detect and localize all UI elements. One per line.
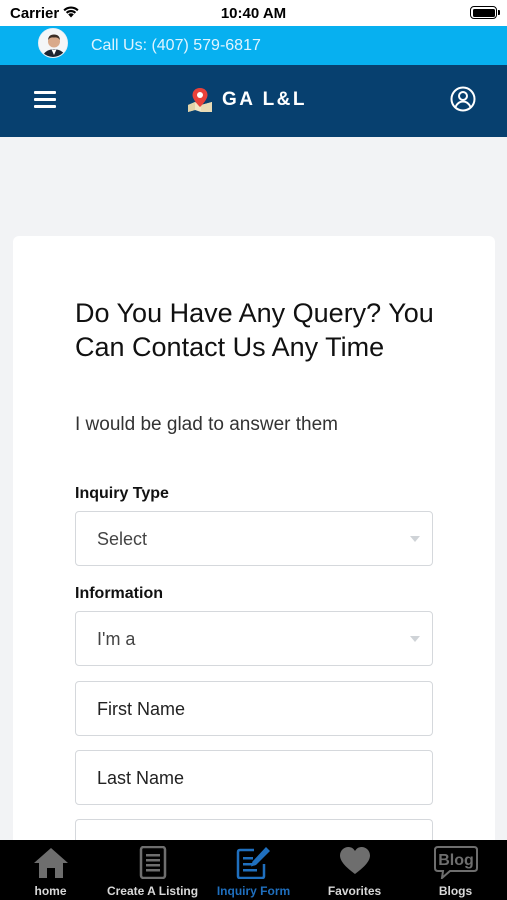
hamburger-menu-icon[interactable] <box>34 91 56 109</box>
dropdown-arrow-icon <box>410 536 420 542</box>
tab-label: Inquiry Form <box>216 884 291 898</box>
dropdown-arrow-icon <box>410 636 420 642</box>
map-pin-logo-icon <box>188 88 212 112</box>
tab-label: Blogs <box>438 884 473 898</box>
form-subtitle: I would be glad to answer them <box>75 414 338 435</box>
inquiry-form-card: Do You Have Any Query? You Can Contact U… <box>13 236 495 859</box>
account-icon[interactable] <box>450 86 476 112</box>
bottom-tab-bar: home Create A Listing Inquiry Form Favor… <box>0 840 507 900</box>
agent-avatar <box>38 28 68 58</box>
tab-favorites[interactable]: Favorites <box>304 840 405 900</box>
inquiry-type-value: Select <box>97 529 148 549</box>
information-label: Information <box>75 585 163 602</box>
logo: GA L&L <box>186 86 307 114</box>
last-name-placeholder: Last Name <box>97 768 185 788</box>
edit-form-icon <box>236 847 270 879</box>
status-bar: Carrier 10:40 AM <box>0 0 507 26</box>
call-bar[interactable]: Call Us: (407) 579-6817 <box>0 26 507 65</box>
svg-text:Blog: Blog <box>438 852 474 869</box>
app-header: GA L&L <box>0 65 507 137</box>
heart-icon <box>339 847 370 874</box>
information-select[interactable]: I'm a <box>75 611 433 666</box>
information-value: I'm a <box>97 629 136 649</box>
home-icon <box>33 848 68 878</box>
last-name-field[interactable]: Last Name <box>75 750 433 805</box>
tab-inquiry-form[interactable]: Inquiry Form <box>203 840 304 900</box>
inquiry-type-label: Inquiry Type <box>75 485 169 502</box>
logo-text: GA L&L <box>222 89 308 110</box>
blog-icon: Blog <box>433 846 478 879</box>
tab-label: Favorites <box>327 884 382 898</box>
form-title: Do You Have Any Query? You Can Contact U… <box>75 298 434 362</box>
tab-label: Create A Listing <box>106 884 199 898</box>
status-time: 10:40 AM <box>220 5 287 22</box>
tab-blogs[interactable]: Blog Blogs <box>405 840 506 900</box>
first-name-field[interactable]: First Name <box>75 681 433 736</box>
call-us-link[interactable]: Call Us: (407) 579-6817 <box>91 37 261 55</box>
tab-create-listing[interactable]: Create A Listing <box>102 840 203 900</box>
inquiry-type-select[interactable]: Select <box>75 511 433 566</box>
battery-icon <box>470 6 500 19</box>
tab-home[interactable]: home <box>0 840 101 900</box>
tab-label: home <box>34 884 67 898</box>
first-name-placeholder: First Name <box>97 699 186 719</box>
document-icon <box>139 846 166 879</box>
